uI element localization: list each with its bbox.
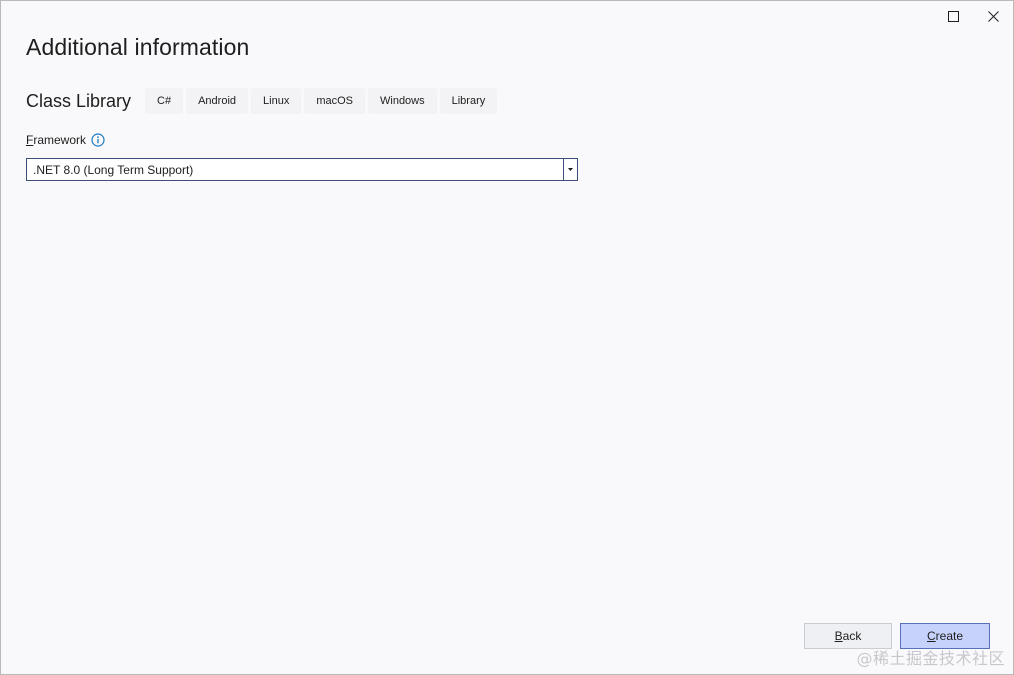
dialog-window: Additional information Class Library C# … <box>0 0 1014 675</box>
back-button-access-key: B <box>834 629 843 643</box>
framework-dropdown-button[interactable] <box>563 159 577 180</box>
create-button-label: reate <box>935 629 964 643</box>
framework-select-value: .NET 8.0 (Long Term Support) <box>33 162 194 177</box>
info-icon[interactable] <box>91 133 105 147</box>
template-row: Class Library C# Android Linux macOS Win… <box>26 87 500 115</box>
chevron-down-icon <box>568 168 573 171</box>
framework-label: Framework <box>26 133 86 147</box>
tag-platform-windows: Windows <box>368 88 437 114</box>
maximize-icon <box>947 10 959 22</box>
tag-platform-macos: macOS <box>304 88 365 114</box>
create-button-access-key: C <box>926 629 936 643</box>
title-bar-controls <box>933 1 1013 31</box>
tag-project-type: Library <box>439 88 498 114</box>
close-icon <box>987 10 999 22</box>
tag-language: C# <box>145 88 184 114</box>
framework-label-text: ramework <box>33 133 87 147</box>
framework-label-row: Framework <box>26 132 105 148</box>
maximize-button[interactable] <box>933 1 973 31</box>
page-title: Additional information <box>26 34 250 60</box>
back-button-label: ack <box>842 629 862 643</box>
framework-select[interactable]: .NET 8.0 (Long Term Support) <box>26 158 578 181</box>
watermark: @稀土掘金技术社区 <box>856 649 1005 668</box>
template-name: Class Library <box>26 90 132 111</box>
close-button[interactable] <box>973 1 1013 31</box>
tag-platform-linux: Linux <box>251 88 302 114</box>
tag-platform-android: Android <box>186 88 249 114</box>
